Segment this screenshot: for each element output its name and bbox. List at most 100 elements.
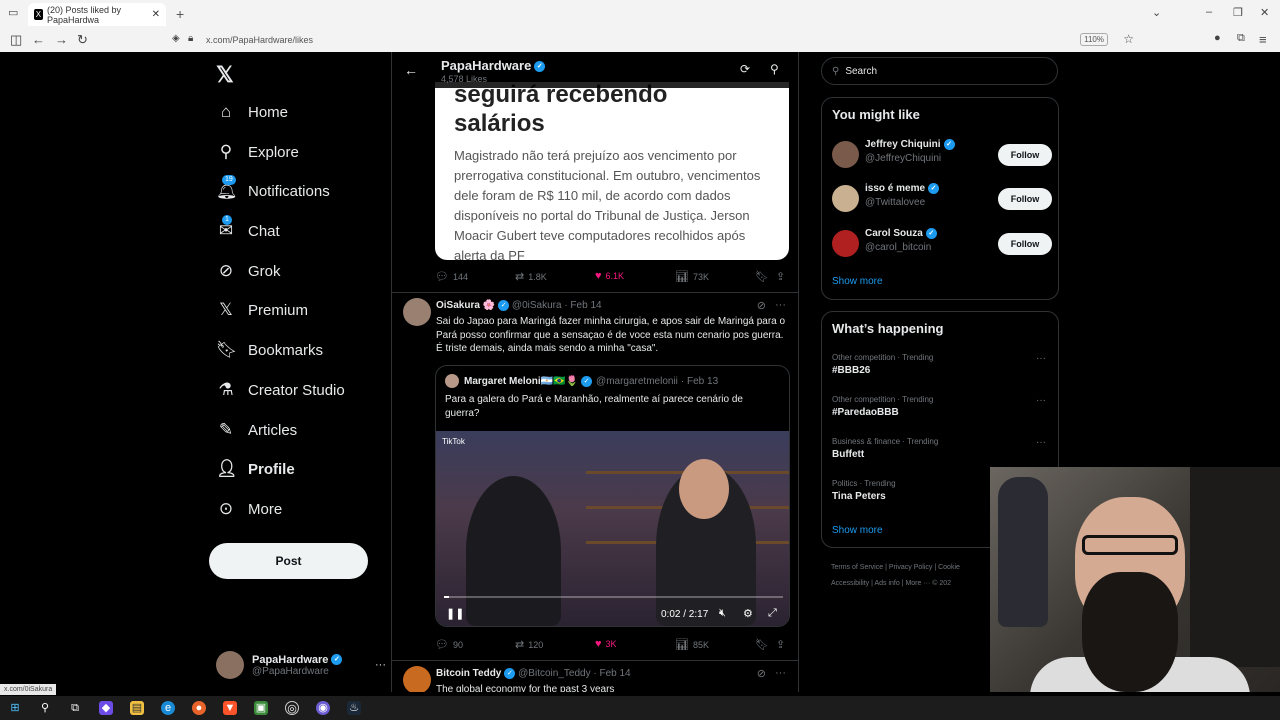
avatar[interactable] (403, 666, 431, 692)
steam-icon[interactable]: ♨ (347, 701, 361, 715)
suggestion-item[interactable]: Jeffrey Chiquini ✓ @JeffreyChiquini Follo… (832, 139, 1052, 171)
trend-item[interactable]: Other competition · Trending #ParedaoBBB… (832, 395, 1052, 425)
tweet-image[interactable]: seguirá recebendo salários Magistrado nã… (435, 82, 789, 260)
app-icon[interactable]: ◉ (316, 701, 330, 715)
avatar (832, 185, 859, 212)
more-icon[interactable]: ··· (1036, 395, 1046, 406)
browser-tab[interactable]: X (20) Posts liked by PapaHardwa ✕ (28, 3, 166, 26)
trend-item[interactable]: Business & finance · Trending Buffett ··… (832, 437, 1052, 467)
reply-button[interactable]: 💬︎ 144 (435, 270, 468, 283)
tweet-handle[interactable]: @Bitcoin_Teddy (518, 668, 590, 679)
zoom-indicator[interactable]: 110% (1080, 33, 1108, 46)
search-icon[interactable]: ⚲ (38, 701, 52, 715)
star-icon[interactable]: ☆ (1123, 32, 1134, 46)
bookmark-button[interactable]: 🔖︎ (755, 638, 773, 651)
views-button[interactable]: 📊︎ 73K (675, 270, 709, 283)
footer-links[interactable]: Terms of Service | Privacy Policy | Cook… (831, 564, 960, 571)
settings-gear-icon[interactable]: ⚙ (743, 607, 753, 620)
nav-premium[interactable]: 𝕏 Premium (216, 295, 308, 325)
post-button[interactable]: Post (209, 543, 368, 579)
more-icon[interactable]: ··· (1036, 353, 1046, 364)
tweet-author[interactable]: OiSakura 🌸 (436, 300, 495, 311)
search-icon[interactable]: ⚲ (770, 62, 779, 76)
x-logo-icon[interactable]: 𝕏 (216, 62, 234, 88)
nav-bookmarks[interactable]: 🔖︎ Bookmarks (216, 335, 323, 365)
nav-articles[interactable]: ✎ Articles (216, 415, 297, 445)
address-bar[interactable]: ◈ 🔒︎ x.com/PapaHardware/likes 110% ☆ (168, 30, 1138, 50)
nav-grok[interactable]: ⊘ Grok (216, 256, 281, 286)
tab-dropdown-icon[interactable]: ⌄ (1152, 6, 1161, 19)
like-button[interactable]: ♥ 3K (595, 638, 617, 650)
suggestion-item[interactable]: isso é meme ✓ @Twittalovee Follow (832, 183, 1052, 215)
tab-close-icon[interactable]: ✕ (152, 9, 160, 20)
follow-button[interactable]: Follow (998, 144, 1052, 166)
bookmark-button[interactable]: 🔖︎ (755, 270, 773, 283)
video-progress-bar[interactable] (444, 596, 783, 598)
reply-button[interactable]: 💬︎ 90 (435, 638, 463, 651)
extensions-icon[interactable]: ⧉ (1237, 32, 1245, 45)
nav-chat[interactable]: ✉ 1 Chat (216, 215, 280, 246)
share-button[interactable]: ⇪ (776, 638, 789, 651)
grok-icon[interactable]: ⊘ (757, 667, 766, 680)
fullscreen-icon[interactable]: ⤢ (768, 607, 777, 620)
more-icon[interactable]: ··· (375, 659, 386, 671)
bookmark-icon: 🔖︎ (755, 639, 769, 651)
quoted-tweet[interactable]: Margaret Meloni🇦🇷🇧🇷🌷 ✓ @margaretmelonii ·… (435, 365, 790, 627)
repost-button[interactable]: ⇄ 1.8K (515, 270, 547, 283)
menu-icon[interactable]: ≡ (1259, 32, 1267, 47)
obs-icon[interactable]: ◎ (285, 701, 299, 715)
edge-icon[interactable]: e (161, 701, 175, 715)
firefox-icon[interactable]: ● (192, 701, 206, 715)
search-input[interactable]: ⚲ Search (821, 57, 1058, 85)
nav-explore[interactable]: ⚲ Explore (216, 137, 299, 167)
close-window-icon[interactable]: ✕ (1260, 6, 1269, 19)
nav-profile[interactable]: 👤︎ Profile (216, 454, 295, 484)
account-switcher[interactable]: PapaHardware ✓ @PapaHardware ··· (216, 648, 386, 682)
like-button[interactable]: ♥ 6.1K (595, 270, 624, 282)
more-icon[interactable]: ··· (775, 299, 786, 311)
back-icon[interactable]: ← (32, 32, 45, 47)
new-tab-button[interactable]: + (176, 6, 184, 22)
refresh-icon[interactable]: ⟳ (740, 62, 750, 76)
file-explorer-icon[interactable]: ▤ (130, 701, 144, 715)
minimize-icon[interactable]: – (1206, 6, 1212, 18)
account-icon[interactable]: ● (1214, 32, 1221, 44)
nav-home[interactable]: ⌂ Home (216, 97, 288, 127)
show-more-link[interactable]: Show more (832, 525, 883, 536)
nav-creator-studio[interactable]: ⚗ Creator Studio (216, 375, 344, 405)
suggestion-item[interactable]: Carol Souza ✓ @carol_bitcoin Follow (832, 228, 1052, 260)
nav-notifications[interactable]: 🔔︎ 19 Notifications (216, 175, 330, 206)
maximize-icon[interactable]: ❐ (1233, 6, 1243, 19)
back-arrow-icon[interactable]: ← (404, 62, 418, 78)
windows-start-icon[interactable]: ⊞ (8, 701, 22, 715)
sidebar-toggle-icon[interactable]: ◫ (10, 32, 22, 48)
repost-button[interactable]: ⇄ 120 (515, 638, 543, 651)
nav-more[interactable]: ⊙ More (216, 494, 282, 524)
grok-icon[interactable]: ⊘ (757, 299, 766, 312)
follow-button[interactable]: Follow (998, 188, 1052, 210)
footer-links[interactable]: Accessibility | Ads info | More ··· © 20… (831, 580, 951, 587)
task-view-icon[interactable]: ⧉ (68, 701, 82, 715)
trend-item[interactable]: Other competition · Trending #BBB26 ··· (832, 353, 1052, 383)
more-icon[interactable]: ··· (775, 667, 786, 679)
forward-icon[interactable]: → (55, 32, 68, 47)
mute-icon[interactable]: 🔇︎ (719, 607, 726, 620)
share-button[interactable]: ⇪ (776, 270, 789, 283)
tweet-handle[interactable]: @0iSakura (512, 300, 562, 311)
copilot-icon[interactable]: ◆ (99, 701, 113, 715)
show-more-link[interactable]: Show more (832, 276, 883, 287)
avatar[interactable] (403, 298, 431, 326)
tweet-date[interactable]: · Feb 14 (593, 668, 630, 679)
tweet-date[interactable]: · Feb 14 (564, 300, 601, 311)
tweet-author[interactable]: Bitcoin Teddy (436, 668, 501, 679)
pause-icon[interactable]: ❚❚ (446, 607, 464, 620)
follow-button[interactable]: Follow (998, 233, 1052, 255)
video-player[interactable]: TikTok ❚❚ 0:02 / 2:17 🔇︎ ⚙ ⤢ (436, 431, 789, 626)
app-icon[interactable]: ▣ (254, 701, 268, 715)
brave-icon[interactable]: ▼ (223, 701, 237, 715)
views-button[interactable]: 📊︎ 85K (675, 638, 709, 651)
more-icon[interactable]: ··· (1036, 437, 1046, 448)
tab-list-icon[interactable]: ▭ (8, 6, 18, 19)
shield-icon[interactable]: ◈ (172, 33, 180, 44)
reload-icon[interactable]: ↻ (77, 32, 88, 48)
